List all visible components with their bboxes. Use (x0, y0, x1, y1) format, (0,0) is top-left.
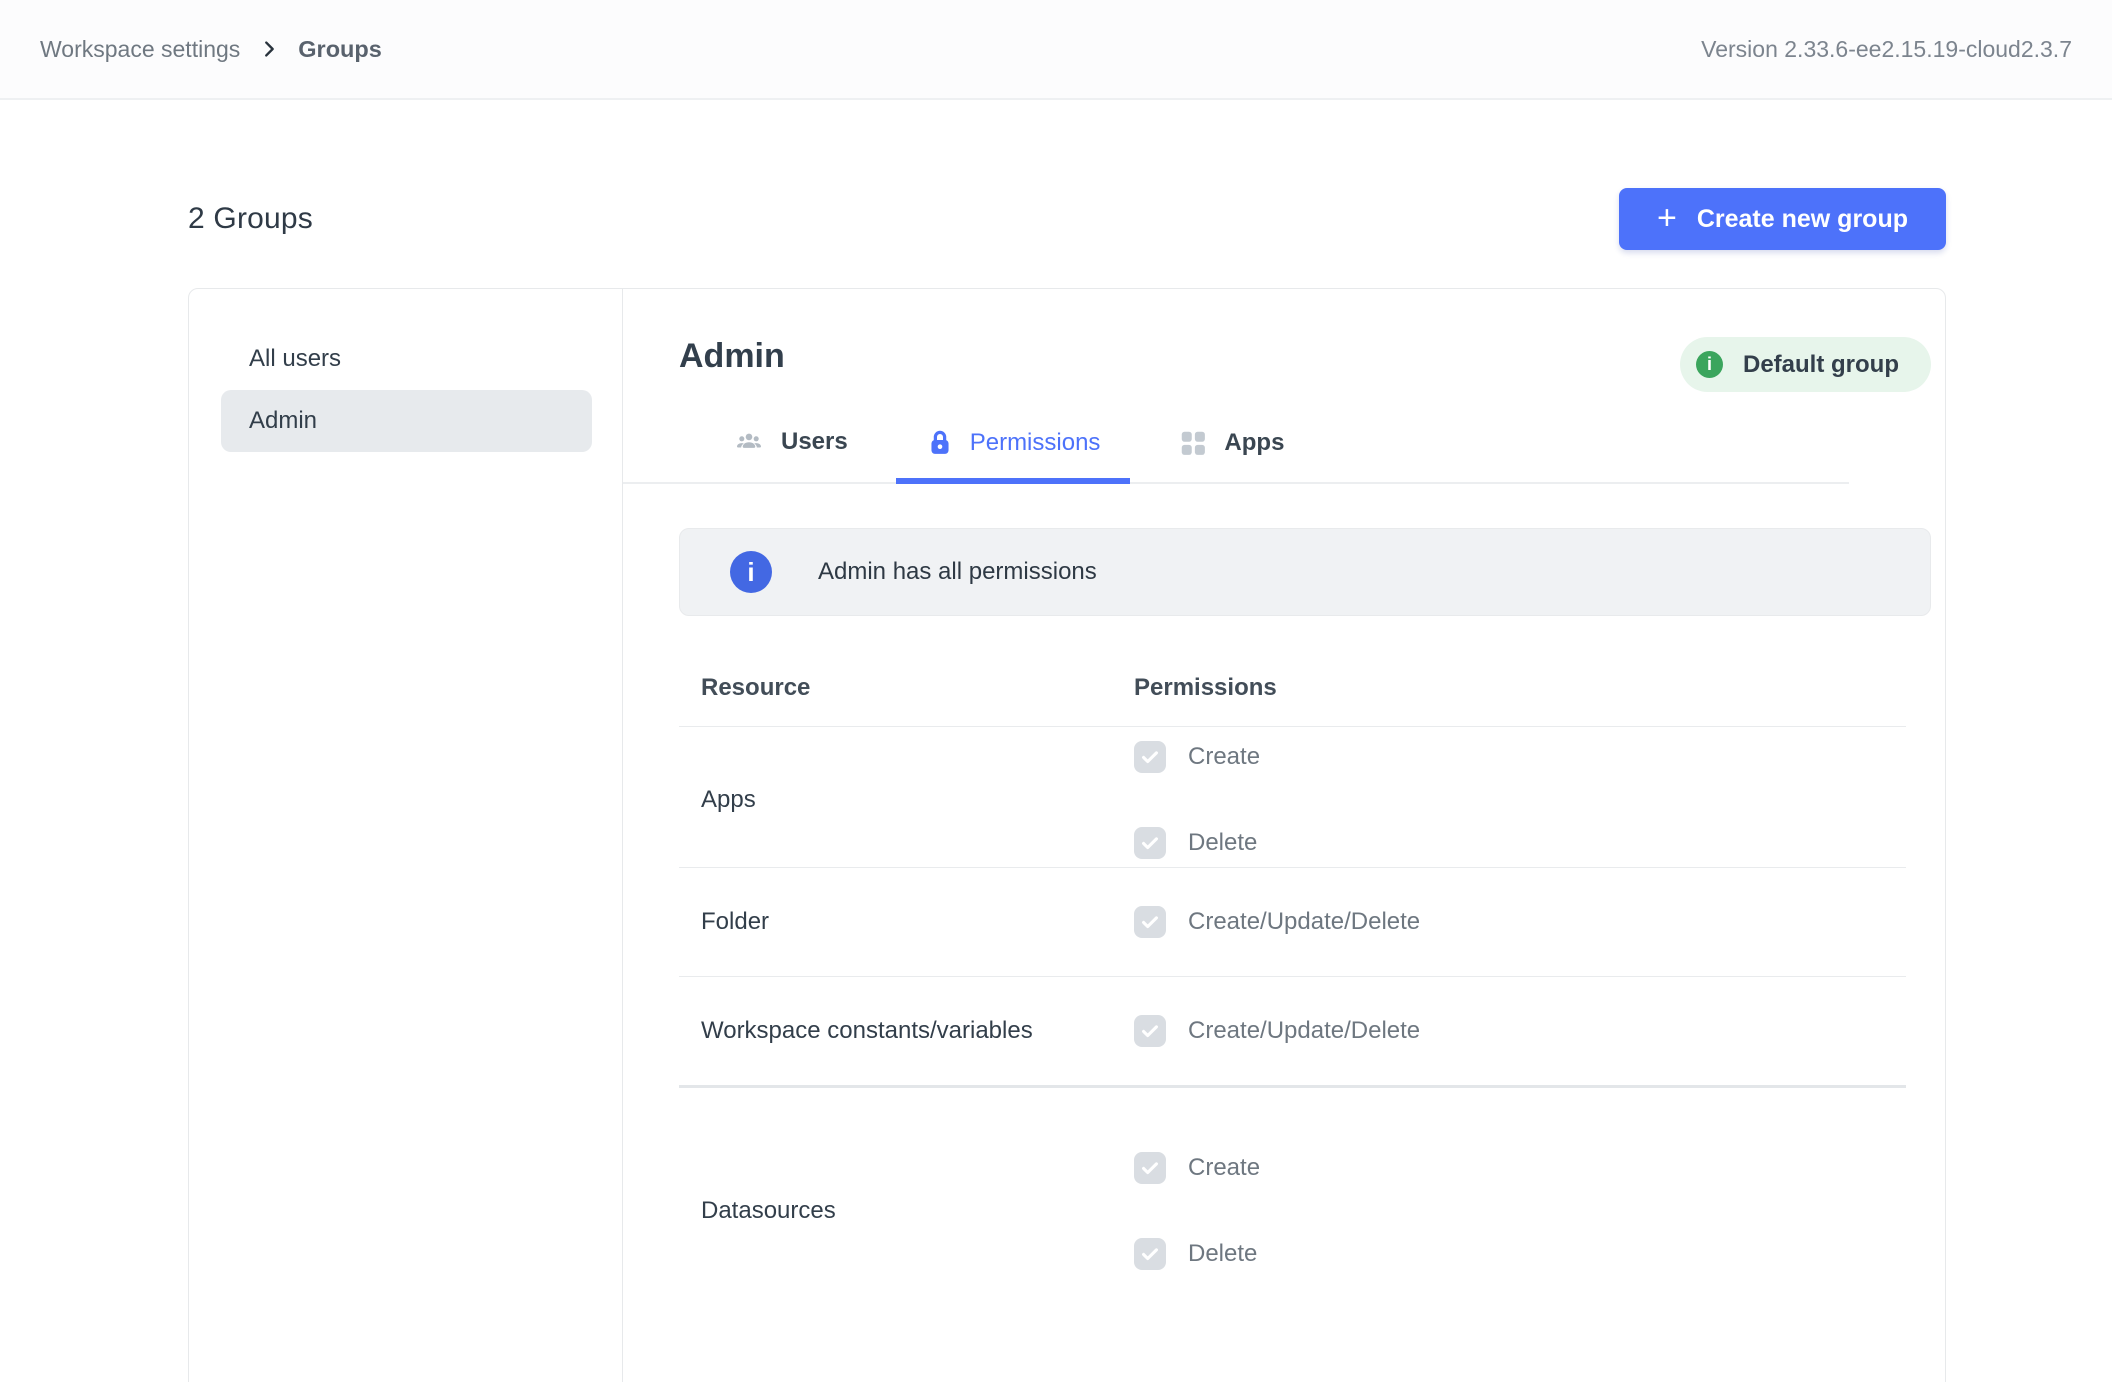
group-item-label: All users (249, 345, 341, 373)
permissions-cell: Create/Update/Delete (1110, 898, 1906, 946)
table-row-workspace-constants: Workspace constants/variables Create/Upd… (679, 977, 1906, 1088)
group-detail-header: Admin i Default group (679, 337, 1931, 392)
create-new-group-label: Create new group (1697, 205, 1908, 234)
apps-grid-icon (1178, 428, 1208, 458)
group-title: Admin (679, 337, 785, 376)
permission-option: Delete (1134, 1230, 1906, 1278)
workspace-settings-groups-screen: Workspace settings Groups Version 2.33.6… (0, 0, 2112, 1382)
lock-icon (926, 428, 954, 458)
checkbox-workspace-constants-cud[interactable] (1134, 1015, 1166, 1047)
permissions-cell: Create Delete (1110, 1144, 1906, 1278)
table-row-folder: Folder Create/Update/Delete (679, 868, 1906, 977)
info-banner-text: Admin has all permissions (818, 558, 1097, 586)
page-head: 2 Groups + Create new group (188, 188, 1946, 250)
tab-permissions[interactable]: Permissions (896, 428, 1131, 482)
resource-label: Apps (701, 786, 1110, 814)
groups-card: All users Admin Admin i Default group (188, 288, 1946, 1382)
groups-count-title: 2 Groups (188, 202, 313, 236)
groups-list: All users Admin (189, 289, 623, 1382)
group-item-all-users[interactable]: All users (221, 328, 592, 390)
permission-option: Create (1134, 1144, 1906, 1192)
tab-permissions-label: Permissions (970, 429, 1101, 457)
permission-label: Create/Update/Delete (1188, 908, 1420, 936)
resource-label: Folder (701, 908, 1110, 936)
version-label: Version 2.33.6-ee2.15.19-cloud2.3.7 (1701, 36, 2072, 63)
breadcrumb: Workspace settings Groups (40, 36, 382, 63)
table-row-apps: Apps Create (679, 727, 1906, 868)
permission-label: Delete (1188, 1240, 1257, 1268)
checkbox-folder-cud[interactable] (1134, 906, 1166, 938)
permission-label: Create/Update/Delete (1188, 1017, 1420, 1045)
tab-users-label: Users (781, 428, 848, 456)
permissions-column-header: Permissions (1110, 674, 1906, 702)
group-item-label: Admin (249, 407, 317, 435)
checkbox-apps-create[interactable] (1134, 741, 1166, 773)
breadcrumb-workspace-settings[interactable]: Workspace settings (40, 36, 240, 63)
table-row-datasources: Datasources Create (679, 1088, 1906, 1278)
table-header-row: Resource Permissions (679, 666, 1906, 727)
resource-column-header: Resource (701, 674, 1110, 702)
create-new-group-button[interactable]: + Create new group (1619, 188, 1946, 250)
resource-label: Workspace constants/variables (701, 1017, 1110, 1045)
users-icon (733, 426, 765, 458)
permission-label: Create (1188, 743, 1260, 771)
info-icon: i (730, 551, 772, 593)
plus-icon: + (1657, 201, 1677, 235)
checkbox-datasources-delete[interactable] (1134, 1238, 1166, 1270)
default-group-label: Default group (1743, 351, 1899, 379)
tab-apps[interactable]: Apps (1148, 428, 1314, 482)
group-item-admin[interactable]: Admin (221, 390, 592, 452)
default-group-badge: i Default group (1680, 337, 1931, 392)
checkbox-datasources-create[interactable] (1134, 1152, 1166, 1184)
group-detail-panel: Admin i Default group (623, 289, 1946, 1382)
permission-label: Create (1188, 1154, 1260, 1182)
tab-apps-label: Apps (1224, 429, 1284, 457)
permission-option: Create/Update/Delete (1134, 898, 1906, 946)
tab-users[interactable]: Users (703, 426, 878, 482)
permissions-cell: Create Delete (1110, 733, 1906, 867)
main-content: 2 Groups + Create new group All users Ad… (0, 100, 2112, 1382)
info-banner: i Admin has all permissions (679, 528, 1931, 616)
permission-option: Delete (1134, 819, 1906, 867)
resource-label: Datasources (701, 1197, 1110, 1225)
green-info-icon: i (1696, 351, 1723, 378)
permissions-cell: Create/Update/Delete (1110, 1007, 1906, 1055)
chevron-right-icon (258, 38, 280, 60)
checkbox-apps-delete[interactable] (1134, 827, 1166, 859)
permission-option: Create/Update/Delete (1134, 1007, 1906, 1055)
topbar: Workspace settings Groups Version 2.33.6… (0, 0, 2112, 100)
permissions-table: Resource Permissions Apps Create (679, 666, 1906, 1278)
group-detail-tabs: Users Permissions (623, 426, 1849, 484)
permission-option: Create (1134, 733, 1906, 781)
permission-label: Delete (1188, 829, 1257, 857)
breadcrumb-groups: Groups (298, 36, 382, 63)
